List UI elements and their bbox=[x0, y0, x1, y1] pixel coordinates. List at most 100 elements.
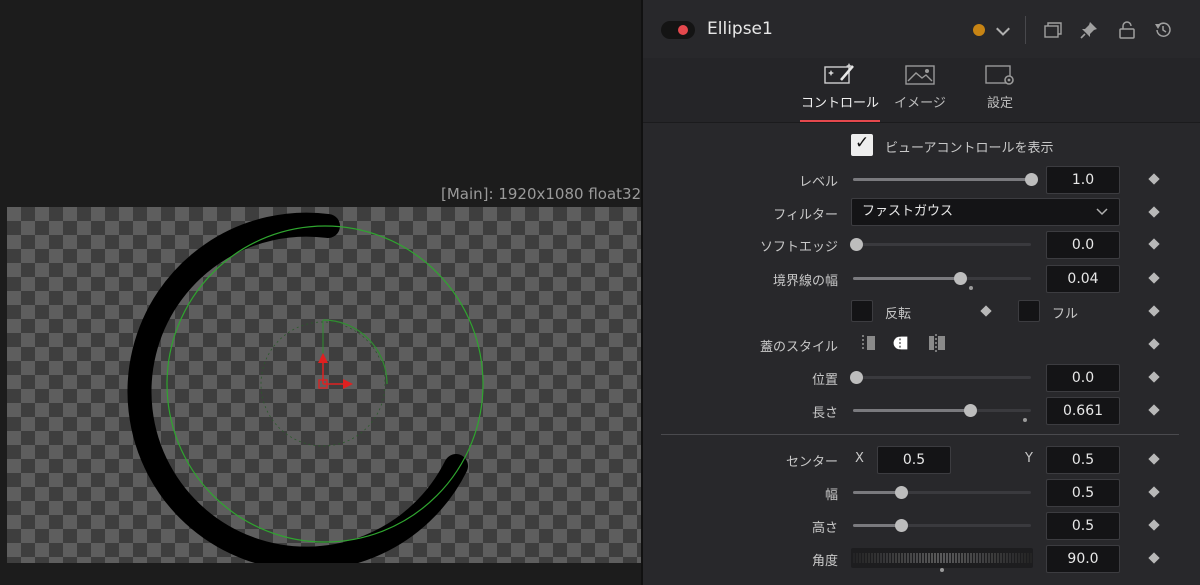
ellipse-overlay[interactable] bbox=[7, 207, 641, 563]
reset-icon[interactable] bbox=[1153, 20, 1173, 40]
solid-checkbox[interactable] bbox=[1018, 300, 1040, 322]
tab-image-label: イメージ bbox=[894, 96, 946, 111]
soft-edge-keyframe-icon[interactable] bbox=[1148, 238, 1160, 250]
tab-image[interactable]: イメージ bbox=[878, 62, 962, 111]
width-slider-knob[interactable] bbox=[895, 486, 909, 499]
angle-default-tick bbox=[940, 568, 944, 572]
row-invert-solid: 反転 フル bbox=[643, 297, 1200, 325]
invert-label: 反転 bbox=[885, 307, 912, 322]
level-keyframe-icon[interactable] bbox=[1148, 173, 1160, 185]
center-y-arrow[interactable] bbox=[318, 353, 328, 363]
position-keyframe-icon[interactable] bbox=[1148, 371, 1160, 383]
border-width-input[interactable]: 0.04 bbox=[1046, 265, 1120, 293]
row-level: レベル 1.0 bbox=[643, 165, 1200, 194]
viewer-panel[interactable]: [Main]: 1920x1080 float32 bbox=[0, 0, 642, 585]
width-keyframe-icon[interactable] bbox=[1148, 486, 1160, 498]
width-slider[interactable] bbox=[853, 486, 1031, 499]
length-slider[interactable] bbox=[853, 404, 1031, 417]
cap-style-keyframe-icon[interactable] bbox=[1148, 338, 1160, 350]
row-width: 幅 0.5 bbox=[643, 478, 1200, 507]
tool-enable-toggle[interactable] bbox=[661, 21, 695, 39]
solid-label: フル bbox=[1052, 307, 1079, 322]
square-cap-icon[interactable] bbox=[926, 333, 948, 353]
height-slider[interactable] bbox=[853, 519, 1031, 532]
length-slider-knob[interactable] bbox=[964, 404, 978, 417]
level-input[interactable]: 1.0 bbox=[1046, 166, 1120, 194]
image-icon bbox=[905, 65, 935, 85]
soft-edge-slider[interactable] bbox=[850, 238, 1031, 251]
row-soft-edge: ソフトエッジ 0.0 bbox=[643, 230, 1200, 259]
thumbwheel-ticks bbox=[853, 553, 1032, 563]
show-view-controls-label: ビューアコントロールを表示 bbox=[885, 141, 1054, 156]
border-width-slider[interactable] bbox=[853, 272, 1031, 285]
filter-dropdown[interactable]: ファストガウス bbox=[851, 198, 1120, 226]
round-cap-icon[interactable] bbox=[889, 333, 911, 353]
cap-style-label: 蓋のスタイル bbox=[759, 340, 838, 355]
length-label: 長さ bbox=[811, 406, 838, 421]
border-width-default-tick bbox=[969, 286, 973, 290]
lock-icon[interactable] bbox=[1117, 20, 1137, 40]
settings-icon bbox=[985, 65, 1014, 85]
soft-edge-slider-knob[interactable] bbox=[850, 238, 863, 251]
border-width-slider-knob[interactable] bbox=[953, 272, 967, 285]
show-view-controls-checkbox[interactable]: ✓ bbox=[851, 133, 873, 156]
filter-keyframe-icon[interactable] bbox=[1148, 206, 1160, 218]
row-show-view-controls: ✓ ビューアコントロールを表示 bbox=[643, 131, 1200, 159]
level-label: レベル bbox=[798, 175, 838, 190]
row-position: 位置 0.0 bbox=[643, 363, 1200, 392]
level-slider[interactable] bbox=[853, 173, 1038, 186]
row-border-width: 境界線の幅 0.04 bbox=[643, 264, 1200, 293]
tool-title: Ellipse1 bbox=[707, 19, 773, 39]
position-label: 位置 bbox=[811, 373, 838, 388]
pin-icon[interactable] bbox=[1079, 20, 1099, 40]
center-keyframe-icon[interactable] bbox=[1148, 453, 1160, 465]
center-y-input[interactable]: 0.5 bbox=[1046, 446, 1120, 474]
inspector-header: Ellipse1 bbox=[643, 0, 1200, 59]
soft-edge-input[interactable]: 0.0 bbox=[1046, 231, 1120, 259]
tab-controls[interactable]: コントロール bbox=[798, 62, 882, 122]
height-label: 高さ bbox=[811, 521, 838, 536]
header-separator bbox=[1025, 16, 1026, 44]
enable-dot bbox=[678, 25, 688, 35]
height-keyframe-icon[interactable] bbox=[1148, 519, 1160, 531]
tool-color-swatch[interactable] bbox=[973, 24, 985, 36]
inspector-tabs: コントロール イメージ 設定 bbox=[643, 58, 1200, 123]
angle-keyframe-icon[interactable] bbox=[1148, 552, 1160, 564]
filter-label: フィルター bbox=[773, 208, 838, 223]
angle-arc[interactable] bbox=[322, 319, 388, 385]
height-slider-knob[interactable] bbox=[895, 519, 909, 532]
solid-keyframe-icon[interactable] bbox=[1148, 305, 1160, 317]
section-separator bbox=[661, 434, 1179, 435]
invert-checkbox[interactable] bbox=[851, 300, 873, 322]
border-width-keyframe-icon[interactable] bbox=[1148, 272, 1160, 284]
row-length: 長さ 0.661 bbox=[643, 396, 1200, 425]
width-label: 幅 bbox=[824, 488, 838, 503]
angle-input[interactable]: 90.0 bbox=[1046, 545, 1120, 573]
invert-keyframe-icon[interactable] bbox=[980, 305, 992, 317]
position-input[interactable]: 0.0 bbox=[1046, 364, 1120, 392]
length-input[interactable]: 0.661 bbox=[1046, 397, 1120, 425]
center-x-arrow[interactable] bbox=[343, 379, 353, 389]
flat-cap-icon[interactable] bbox=[858, 333, 880, 353]
position-slider[interactable] bbox=[850, 371, 1031, 384]
viewer-canvas[interactable] bbox=[7, 207, 641, 563]
center-x-label: X bbox=[855, 451, 864, 466]
tab-controls-label: コントロール bbox=[800, 96, 879, 111]
row-height: 高さ 0.5 bbox=[643, 511, 1200, 540]
active-tab-underline bbox=[800, 120, 880, 122]
width-input[interactable]: 0.5 bbox=[1046, 479, 1120, 507]
center-y-label: Y bbox=[1025, 451, 1033, 466]
viewer-resolution-label: [Main]: 1920x1080 float32 bbox=[441, 185, 642, 203]
level-slider-knob[interactable] bbox=[1025, 173, 1038, 186]
version-icon[interactable] bbox=[1043, 20, 1063, 40]
tab-settings[interactable]: 設定 bbox=[958, 62, 1042, 111]
angle-thumbwheel[interactable] bbox=[851, 548, 1033, 568]
chevron-down-icon[interactable] bbox=[993, 22, 1013, 42]
center-x-input[interactable]: 0.5 bbox=[877, 446, 951, 474]
length-default-tick bbox=[1023, 418, 1027, 422]
angle-label: 角度 bbox=[811, 554, 838, 569]
position-slider-knob[interactable] bbox=[850, 371, 863, 384]
height-input[interactable]: 0.5 bbox=[1046, 512, 1120, 540]
length-keyframe-icon[interactable] bbox=[1148, 404, 1160, 416]
inspector-panel: Ellipse1 コントロール イメージ 設定 ✓ ビューアコントロールを表示 … bbox=[643, 0, 1200, 585]
